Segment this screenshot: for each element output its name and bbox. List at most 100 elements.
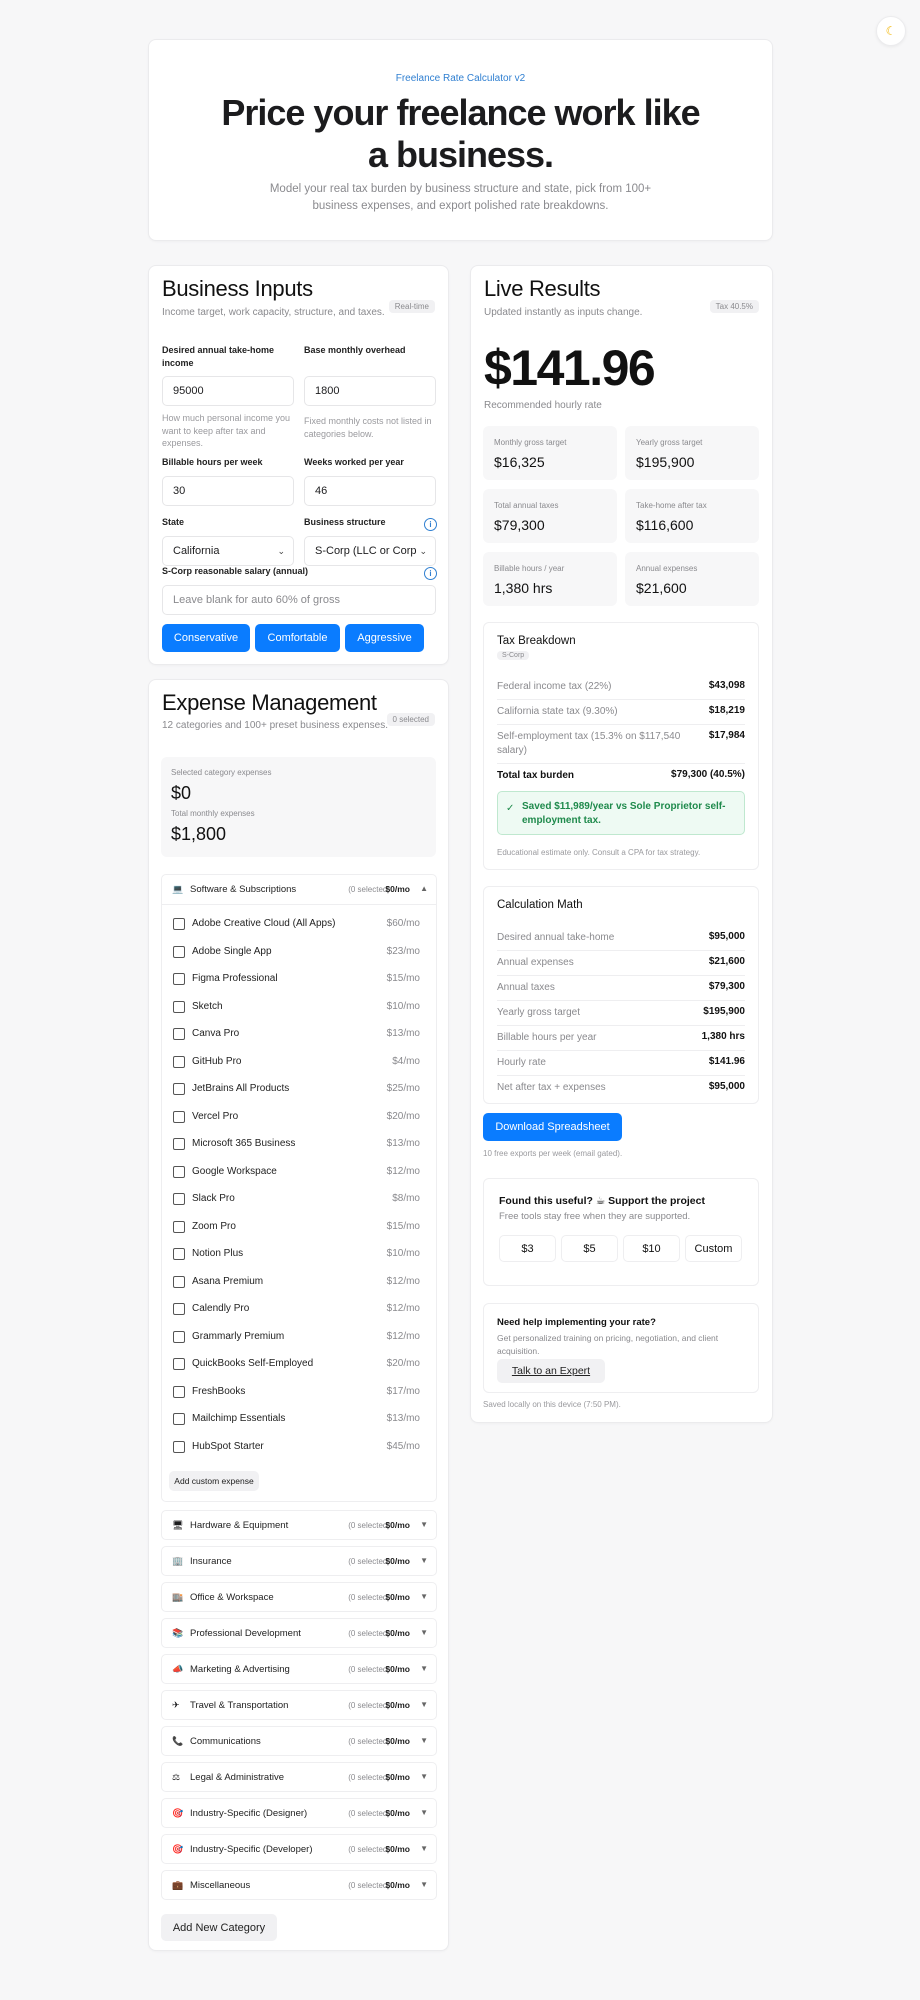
expense-item[interactable]: Asana Premium $12/mo xyxy=(161,1269,437,1296)
category-header[interactable]: 🏬 Office & Workspace (0 selected) $0/mo ▼ xyxy=(161,1582,437,1612)
salary-input[interactable]: Leave blank for auto 60% of gross xyxy=(162,585,436,615)
add-new-category-button[interactable]: Add New Category xyxy=(161,1914,277,1941)
takehome-input[interactable]: 95000 xyxy=(162,376,294,406)
expense-item-name: Figma Professional xyxy=(192,973,278,984)
category-name: Marketing & Advertising xyxy=(190,1664,290,1675)
info-icon[interactable]: i xyxy=(424,518,437,531)
state-select[interactable]: California ⌄ xyxy=(162,536,294,566)
expense-item[interactable]: GitHub Pro $4/mo xyxy=(161,1049,437,1076)
tax-disclaimer: Educational estimate only. Consult a CPA… xyxy=(497,848,701,857)
category-selected-count: (0 selected) xyxy=(348,1701,390,1710)
download-spreadsheet-button[interactable]: Download Spreadsheet xyxy=(483,1113,622,1141)
checkbox[interactable] xyxy=(173,1275,185,1288)
expense-item[interactable]: Microsoft 365 Business $13/mo xyxy=(161,1131,437,1158)
expense-item[interactable]: Adobe Single App $23/mo xyxy=(161,939,437,966)
calculation-math-panel: Calculation Math Desired annual take-hom… xyxy=(483,886,759,1104)
hours-input[interactable]: 30 xyxy=(162,476,294,506)
support-amount-10-button[interactable]: $10 xyxy=(623,1235,680,1262)
category-header[interactable]: 🏢 Insurance (0 selected) $0/mo ▼ xyxy=(161,1546,437,1576)
info-icon[interactable]: i xyxy=(424,567,437,580)
expense-item[interactable]: Canva Pro $13/mo xyxy=(161,1021,437,1048)
expense-item[interactable]: Sketch $10/mo xyxy=(161,994,437,1021)
category-name: Industry-Specific (Developer) xyxy=(190,1844,313,1855)
category-header[interactable]: 📣 Marketing & Advertising (0 selected) $0/m… xyxy=(161,1654,437,1684)
structure-value: S-Corp (LLC or Corp xyxy=(315,545,417,557)
checkbox[interactable] xyxy=(173,1358,185,1370)
divider xyxy=(497,1050,745,1051)
inputs-subtitle: Income target, work capacity, structure,… xyxy=(162,307,385,318)
checkbox[interactable] xyxy=(173,1413,185,1425)
preset-conservative-button[interactable]: Conservative xyxy=(162,624,250,652)
hourly-rate-value: $141.96 xyxy=(484,340,656,396)
expense-item[interactable]: Calendly Pro $12/mo xyxy=(161,1296,437,1323)
expense-item[interactable]: Notion Plus $10/mo xyxy=(161,1241,437,1268)
add-custom-expense-button[interactable]: Add custom expense xyxy=(169,1471,259,1491)
category-header[interactable]: 💻 Software & Subscriptions (0 selected) … xyxy=(162,875,436,905)
checkbox[interactable] xyxy=(173,1000,185,1013)
stat-value: $21,600 xyxy=(636,580,687,596)
category-header[interactable]: 💼 Miscellaneous (0 selected) $0/mo ▼ xyxy=(161,1870,437,1900)
checkbox[interactable] xyxy=(173,1028,185,1040)
expense-item[interactable]: FreshBooks $17/mo xyxy=(161,1379,437,1406)
checkbox[interactable] xyxy=(173,1330,185,1343)
category-header[interactable]: ✈ Travel & Transportation (0 selected) $0/m… xyxy=(161,1690,437,1720)
category-amount: $0/mo xyxy=(385,1772,410,1782)
checkbox[interactable] xyxy=(173,1083,185,1095)
checkbox[interactable] xyxy=(173,1303,185,1315)
structure-select[interactable]: S-Corp (LLC or Corp ⌄ xyxy=(304,536,436,566)
overhead-input[interactable]: 1800 xyxy=(304,376,436,406)
support-amount-5-button[interactable]: $5 xyxy=(561,1235,618,1262)
support-custom-button[interactable]: Custom xyxy=(685,1235,742,1262)
talk-to-expert-button[interactable]: Talk to an Expert xyxy=(497,1359,605,1383)
category-header[interactable]: 📞 Communications (0 selected) $0/mo ▼ xyxy=(161,1726,437,1756)
expense-item-price: $45/mo xyxy=(386,1440,420,1452)
expense-item[interactable]: Vercel Pro $20/mo xyxy=(161,1104,437,1131)
expense-item[interactable]: Slack Pro $8/mo xyxy=(161,1186,437,1213)
checkbox[interactable] xyxy=(173,1385,185,1398)
expense-item[interactable]: HubSpot Starter $45/mo xyxy=(161,1434,437,1461)
category-header[interactable]: 🎯 Industry-Specific (Designer) (0 selected… xyxy=(161,1798,437,1828)
checkbox[interactable] xyxy=(173,945,185,958)
check-icon: ✓ xyxy=(506,803,515,814)
checkbox[interactable] xyxy=(173,1165,185,1178)
category-header[interactable]: 🎯 Industry-Specific (Developer) (0 selecte… xyxy=(161,1834,437,1864)
category-header[interactable]: 📚 Professional Development (0 selected) $0/… xyxy=(161,1618,437,1648)
checkbox[interactable] xyxy=(173,1220,185,1233)
checkbox[interactable] xyxy=(173,973,185,985)
expense-item[interactable]: Google Workspace $12/mo xyxy=(161,1159,437,1186)
expense-item[interactable]: QuickBooks Self-Employed $20/mo xyxy=(161,1351,437,1378)
laptop-icon: 💻 xyxy=(172,884,184,894)
overhead-hint: Fixed monthly costs not listed in catego… xyxy=(304,416,432,439)
preset-aggressive-button[interactable]: Aggressive xyxy=(345,624,424,652)
category-header[interactable]: ⚖ Legal & Administrative (0 selected) $0/mo… xyxy=(161,1762,437,1792)
preset-comfortable-button[interactable]: Comfortable xyxy=(255,624,340,652)
office-icon: 🏬 xyxy=(172,1592,184,1602)
expense-item-name: Sketch xyxy=(192,1000,223,1012)
theme-toggle-button[interactable]: ☾ xyxy=(876,16,906,46)
support-amount-3-button[interactable]: $3 xyxy=(499,1235,556,1262)
takehome-hint: How much personal income you want to kee… xyxy=(162,413,291,448)
divider xyxy=(497,975,745,976)
checkbox[interactable] xyxy=(173,1440,185,1453)
expense-item[interactable]: Zoom Pro $15/mo xyxy=(161,1214,437,1241)
weeks-input[interactable]: 46 xyxy=(304,476,436,506)
category-header[interactable]: 🖥 Hardware & Equipment (0 selected) $0/mo ▼ xyxy=(161,1510,437,1540)
category-selected-count: (0 selected) xyxy=(348,1773,390,1782)
expense-item[interactable]: Adobe Creative Cloud (All Apps) $60/mo xyxy=(161,911,437,938)
category-name: Professional Development xyxy=(190,1628,301,1639)
checkbox[interactable] xyxy=(173,1055,185,1068)
checkbox[interactable] xyxy=(173,1110,185,1123)
checkbox[interactable] xyxy=(173,1248,185,1260)
checkbox[interactable] xyxy=(173,1138,185,1150)
tax-rate-badge: Tax 40.5% xyxy=(709,300,759,313)
target-icon: 🎯 xyxy=(172,1844,184,1854)
checkbox[interactable] xyxy=(173,1193,185,1205)
math-row-label: Billable hours per year xyxy=(497,1032,597,1043)
expense-item[interactable]: Figma Professional $15/mo xyxy=(161,966,437,993)
expenses-title: Expense Management xyxy=(162,690,377,715)
expense-item[interactable]: Mailchimp Essentials $13/mo xyxy=(161,1406,437,1433)
page-title: Price your freelance work like a busines… xyxy=(221,92,700,175)
checkbox[interactable] xyxy=(173,918,185,930)
expense-item[interactable]: JetBrains All Products $25/mo xyxy=(161,1076,437,1103)
expense-item[interactable]: Grammarly Premium $12/mo xyxy=(161,1324,437,1351)
